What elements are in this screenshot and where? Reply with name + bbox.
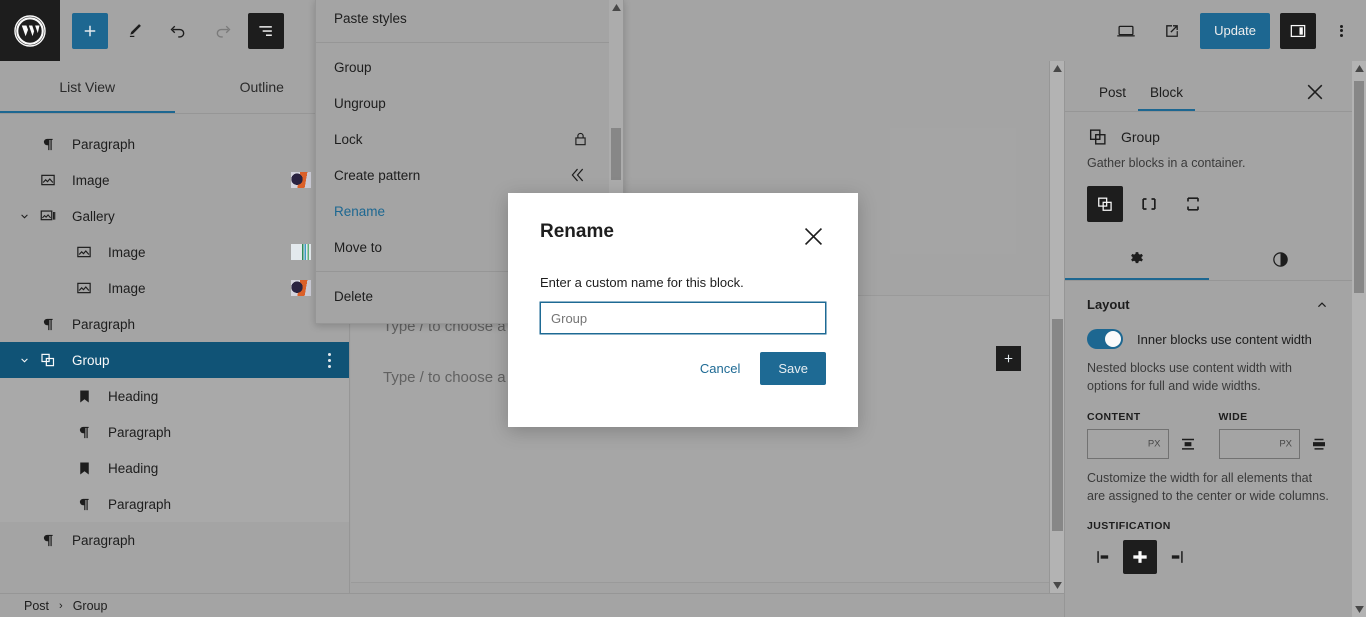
wordpress-block-editor: Update List View Outline Paragraph Image G… (0, 0, 1366, 617)
modal-close-button[interactable] (800, 223, 826, 249)
modal-title: Rename (540, 221, 614, 242)
rename-input[interactable] (540, 302, 826, 334)
save-button[interactable]: Save (760, 352, 826, 385)
modal-description: Enter a custom name for this block. (540, 275, 744, 290)
rename-modal: Rename Enter a custom name for this bloc… (508, 193, 858, 427)
cancel-button[interactable]: Cancel (694, 353, 746, 384)
close-icon (804, 227, 822, 245)
